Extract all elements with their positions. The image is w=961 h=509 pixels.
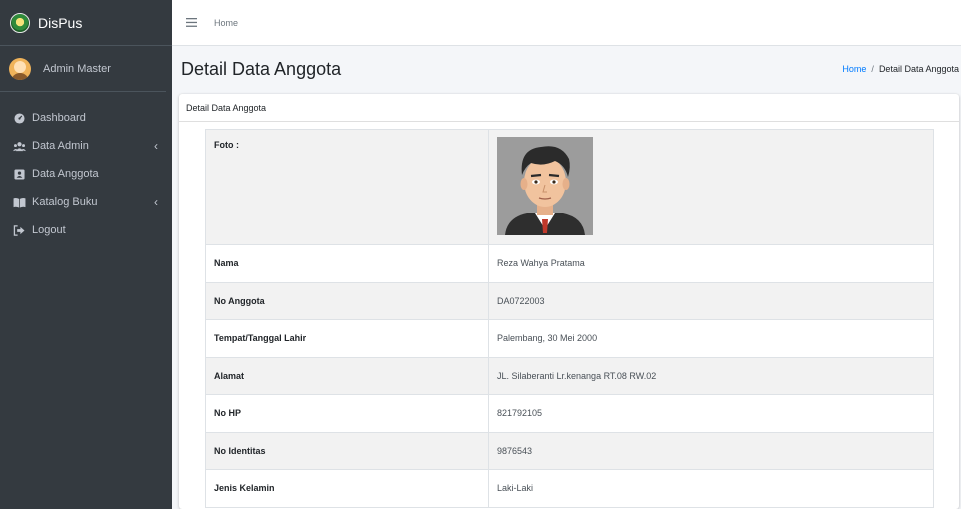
chevron-left-icon: ‹ [154,139,158,153]
chevron-left-icon: ‹ [154,195,158,209]
row-value: DA0722003 [488,281,934,320]
detail-card: Detail Data Anggota Foto : Nama Reza Wah… [179,94,959,509]
table-row-photo: Foto : [205,129,934,245]
row-label: No HP [205,394,489,433]
detail-table-wrapper: Foto : Nama Reza Wahya Pratama No Anggot… [205,129,934,508]
id-card-icon [12,168,26,180]
top-navbar: Home [172,0,961,46]
row-value: Palembang, 30 Mei 2000 [488,319,934,358]
photo-cell [488,129,934,245]
row-value: Reza Wahya Pratama [488,244,934,283]
table-row: Tempat/Tanggal Lahir Palembang, 30 Mei 2… [205,319,934,358]
menu-toggle-icon[interactable] [186,15,200,30]
row-value: 821792105 [488,394,934,433]
row-label: No Identitas [205,431,489,470]
row-label: Tempat/Tanggal Lahir [205,319,489,358]
row-label: Alamat [205,356,489,395]
row-label: Nama [205,244,489,283]
avatar [9,57,31,80]
sidebar-item-label: Dashboard [32,112,86,124]
user-name: Admin Master [43,62,111,75]
sidebar-item-label: Logout [32,224,66,236]
row-value: Laki-Laki [488,469,934,508]
breadcrumb: Home / Detail Data Anggota [842,64,959,74]
breadcrumb-home-link[interactable]: Home [842,64,866,74]
dashboard-icon [12,112,26,124]
row-value: 9876543 [488,431,934,470]
sidebar: DisPus Admin Master Dashboard Data Admin… [0,0,172,509]
content-header: Detail Data Anggota Home / Detail Data Ang… [172,46,961,92]
brand-link[interactable]: DisPus [0,0,172,46]
breadcrumb-current: Detail Data Anggota [878,64,959,74]
sidebar-item-dashboard[interactable]: Dashboard [0,104,172,132]
detail-table: Foto : Nama Reza Wahya Pratama No Anggot… [205,129,934,508]
table-row: Alamat JL. Silaberanti Lr.kenanga RT.08 … [205,356,934,395]
row-label: Foto : [205,129,489,245]
sidebar-item-katalog-buku[interactable]: Katalog Buku ‹ [0,188,172,216]
table-row: No HP 821792105 [205,394,934,433]
sidebar-item-label: Data Admin [32,140,89,152]
sidebar-item-data-anggota[interactable]: Data Anggota [0,160,172,188]
card-title: Detail Data Anggota [179,94,959,122]
row-label: No Anggota [205,281,489,320]
sidebar-nav: Dashboard Data Admin ‹ Data Anggota Kata… [0,92,172,244]
table-row: Jenis Kelamin Laki-Laki [205,469,934,508]
row-value: JL. Silaberanti Lr.kenanga RT.08 RW.02 [488,356,934,395]
logout-icon [12,224,26,236]
table-row: No Anggota DA0722003 [205,281,934,320]
sidebar-item-label: Data Anggota [32,168,99,180]
users-icon [12,141,26,152]
user-panel[interactable]: Admin Master [0,46,166,92]
brand-logo [10,12,30,33]
sidebar-item-label: Katalog Buku [32,196,98,208]
sidebar-item-data-admin[interactable]: Data Admin ‹ [0,132,172,160]
member-photo [497,137,593,235]
brand-name: DisPus [38,14,83,31]
breadcrumb-separator: / [871,64,874,74]
page-title: Detail Data Anggota [181,58,342,79]
row-label: Jenis Kelamin [205,469,489,508]
book-icon [12,197,26,208]
table-row: No Identitas 9876543 [205,431,934,470]
table-row: Nama Reza Wahya Pratama [205,244,934,283]
top-home-link[interactable]: Home [214,18,238,28]
sidebar-item-logout[interactable]: Logout [0,216,172,244]
